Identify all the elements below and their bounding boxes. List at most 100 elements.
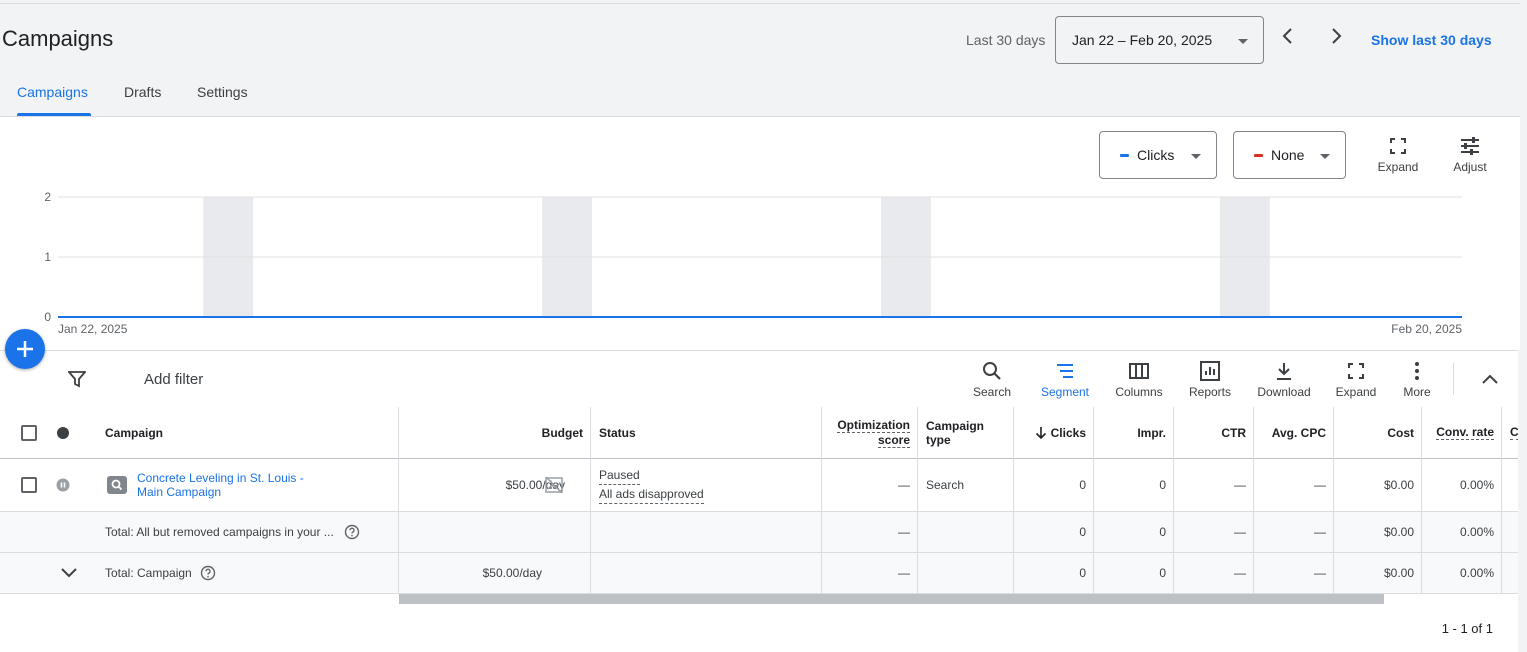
table-expand-button[interactable]: Expand — [1331, 361, 1381, 399]
table-row[interactable]: Concrete Leveling in St. Louis - Main Ca… — [0, 459, 1518, 512]
y-tick-label: 1 — [44, 250, 51, 264]
total-campaign-opt-score: — — [898, 566, 910, 580]
row-checkbox[interactable] — [21, 459, 37, 511]
help-icon[interactable] — [200, 565, 216, 581]
segment-button[interactable]: Segment — [1036, 361, 1094, 399]
columns-icon — [1129, 363, 1149, 379]
expand-total-toggle[interactable] — [60, 553, 78, 593]
x-start-label: Jan 22, 2025 — [58, 322, 128, 336]
bar-chart-icon — [1200, 361, 1220, 381]
tab-settings[interactable]: Settings — [197, 84, 248, 100]
pause-circle-icon — [56, 478, 70, 492]
chart-off-icon[interactable] — [545, 476, 563, 494]
download-icon — [1277, 363, 1291, 380]
col-avg-cpc[interactable]: Avg. CPC — [1254, 407, 1334, 458]
col-campaign[interactable]: Campaign — [97, 407, 399, 458]
chevron-up-icon[interactable] — [1480, 371, 1500, 387]
line-chart: 2 1 0 Jan 22, 2025 Feb 20, 2025 — [44, 190, 1462, 336]
add-campaign-button[interactable] — [5, 329, 45, 369]
search-icon — [107, 476, 127, 494]
col-conv-rate-label: Conv. rate — [1436, 425, 1494, 440]
avg-cpc-value: — — [1314, 478, 1326, 492]
reports-button[interactable]: Reports — [1183, 361, 1237, 399]
campaign-name-link[interactable]: Concrete Leveling in St. Louis - Main Ca… — [137, 459, 304, 511]
table-footer: 1 - 1 of 1 — [0, 604, 1518, 652]
date-range-value: Jan 22 – Feb 20, 2025 — [1072, 32, 1213, 48]
chevron-left-icon[interactable] — [1278, 26, 1298, 46]
columns-label: Columns — [1115, 385, 1163, 399]
filter-icon[interactable] — [68, 370, 86, 388]
total-campaign-label: Total: Campaign — [105, 566, 192, 580]
circle-icon — [57, 426, 69, 439]
clicks-value: 0 — [1079, 478, 1086, 492]
col-optimization-score[interactable]: Optimization score — [822, 407, 918, 458]
search-label: Search — [972, 385, 1012, 399]
conv-rate-value: 0.00% — [1459, 478, 1494, 492]
show-last-30-days-link[interactable]: Show last 30 days — [1371, 32, 1492, 48]
status-value: Paused — [599, 466, 640, 485]
total-all-avg-cpc: — — [1314, 525, 1326, 539]
col-cost[interactable]: Cost — [1334, 407, 1422, 458]
chevron-right-icon[interactable] — [1326, 26, 1346, 46]
date-range-label: Last 30 days — [966, 32, 1046, 48]
select-all-checkbox[interactable] — [21, 407, 37, 458]
table-header-row: Campaign Budget Status Optimization scor… — [0, 407, 1518, 459]
campaign-name-line2: Main Campaign — [137, 485, 222, 499]
impr-value: 0 — [1159, 478, 1166, 492]
col-campaign-type[interactable]: Campaign type — [918, 407, 1014, 458]
total-row-all: Total: All but removed campaigns in your… — [0, 512, 1518, 553]
segment-label: Segment — [1040, 385, 1090, 399]
col-clicks[interactable]: Clicks — [1014, 407, 1094, 458]
search-button[interactable]: Search — [966, 361, 1018, 399]
help-icon[interactable] — [344, 524, 360, 540]
more-vert-icon — [1415, 362, 1419, 380]
search-icon — [983, 362, 1001, 380]
pagination-label: 1 - 1 of 1 — [1441, 621, 1493, 636]
col-truncated[interactable]: C — [1502, 407, 1518, 458]
total-campaign-impr: 0 — [1159, 566, 1166, 580]
table-expand-label: Expand — [1335, 385, 1377, 399]
add-filter-button[interactable]: Add filter — [144, 371, 203, 388]
total-campaign-label-cell: Total: Campaign — [105, 553, 216, 593]
chevron-down-icon — [61, 568, 77, 578]
table-toolbar: Add filter Search Segment Columns Report… — [0, 350, 1518, 407]
total-campaign-conv-rate: 0.00% — [1459, 566, 1494, 580]
total-campaign-ctr: — — [1234, 566, 1246, 580]
total-all-conv-rate: 0.00% — [1459, 525, 1494, 539]
col-impr[interactable]: Impr. — [1094, 407, 1174, 458]
segment-icon — [1057, 364, 1073, 378]
paused-status-icon[interactable] — [56, 459, 70, 511]
ctr-value: — — [1234, 478, 1246, 492]
col-conv-rate[interactable]: Conv. rate — [1422, 407, 1502, 458]
total-all-impr: 0 — [1159, 525, 1166, 539]
plus-icon — [17, 341, 33, 357]
campaign-table: Campaign Budget Status Optimization scor… — [0, 407, 1518, 594]
total-campaign-clicks: 0 — [1079, 566, 1086, 580]
columns-button[interactable]: Columns — [1110, 361, 1168, 399]
col-status[interactable]: Status — [591, 407, 822, 458]
tab-campaigns[interactable]: Campaigns — [17, 84, 88, 100]
y-tick-label: 0 — [44, 310, 51, 324]
date-range-picker[interactable]: Jan 22 – Feb 20, 2025 — [1055, 16, 1264, 64]
status-cell[interactable]: Paused All ads disapproved — [591, 459, 822, 511]
col-optimization-score-line2: score — [877, 432, 910, 448]
col-ctr[interactable]: CTR — [1174, 407, 1254, 458]
campaign-name-line1: Concrete Leveling in St. Louis - — [137, 471, 304, 485]
tab-drafts[interactable]: Drafts — [124, 84, 161, 100]
x-end-label: Feb 20, 2025 — [1391, 322, 1462, 336]
total-all-opt-score: — — [898, 525, 910, 539]
page-header: Campaigns Last 30 days Jan 22 – Feb 20, … — [0, 4, 1520, 117]
download-button[interactable]: Download — [1252, 361, 1316, 399]
col-optimization-score-line1: Optimization — [837, 417, 910, 433]
status-dot-header — [56, 407, 70, 458]
col-budget[interactable]: Budget — [399, 407, 591, 458]
status-detail: All ads disapproved — [599, 485, 704, 504]
more-button[interactable]: More — [1396, 361, 1438, 399]
reports-label: Reports — [1188, 385, 1232, 399]
total-campaign-avg-cpc: — — [1314, 566, 1326, 580]
search-campaign-type-icon — [107, 459, 127, 511]
col-campaign-type-line2: type — [926, 432, 951, 447]
horizontal-scrollbar-thumb[interactable] — [399, 594, 1384, 604]
expand-icon — [1348, 363, 1364, 379]
y-tick-label: 2 — [44, 190, 51, 204]
